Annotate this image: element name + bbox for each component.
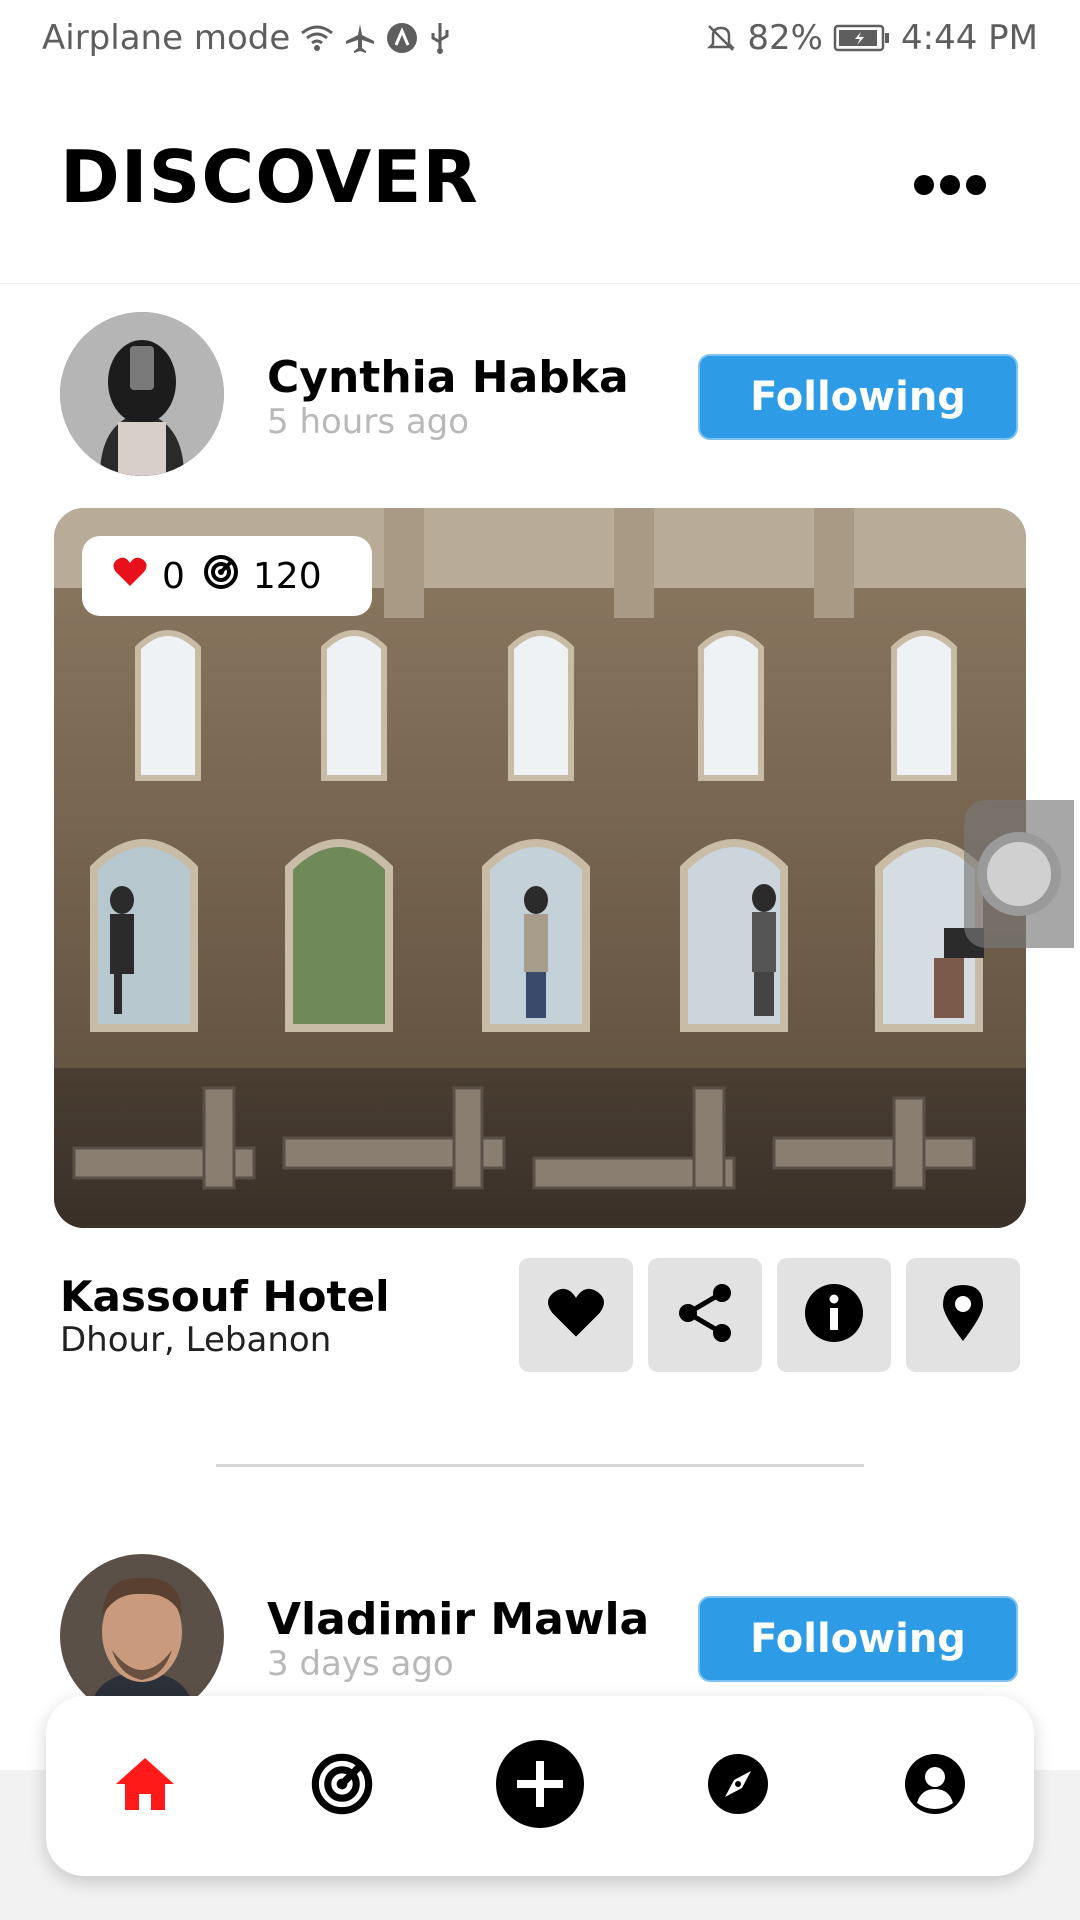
share-icon [676, 1283, 734, 1347]
add-icon [495, 1739, 585, 1833]
user-name[interactable]: Cynthia Habka [267, 352, 629, 403]
post-time: 3 days ago [267, 1644, 454, 1684]
info-button[interactable] [777, 1258, 891, 1372]
app-header: DISCOVER [0, 75, 1080, 284]
assistive-touch-icon [977, 832, 1061, 916]
clock: 4:44 PM [901, 17, 1038, 58]
location-button[interactable] [906, 1258, 1020, 1372]
wifi-icon [300, 23, 334, 53]
nav-home[interactable] [85, 1726, 205, 1846]
profile-icon [904, 1753, 966, 1819]
radar-icon [203, 554, 239, 599]
dot-icon [966, 175, 986, 195]
post-photo[interactable]: 0 120 [54, 508, 1026, 1228]
place-name[interactable]: Kassouf Hotel [60, 1272, 390, 1321]
post-header: Cynthia Habka 5 hours ago Following [0, 284, 1080, 476]
battery-icon [833, 23, 891, 53]
likes-stat: 0 [112, 556, 185, 597]
compass-icon [707, 1753, 769, 1819]
home-icon [114, 1756, 176, 1816]
following-button[interactable]: Following [698, 1596, 1018, 1682]
dot-icon [940, 175, 960, 195]
likes-count: 0 [162, 555, 185, 597]
airplane-mode-label: Airplane mode [42, 17, 291, 58]
place-location: Dhour, Lebanon [60, 1320, 332, 1360]
user-name[interactable]: Vladimir Mawla [267, 1594, 649, 1645]
post-divider [216, 1464, 864, 1467]
share-button[interactable] [648, 1258, 762, 1372]
feed[interactable]: Cynthia Habka 5 hours ago Following 0 12… [0, 284, 1080, 1770]
usb-icon [428, 21, 452, 55]
avatar[interactable] [60, 312, 224, 476]
mute-bell-icon [705, 22, 737, 54]
like-button[interactable] [519, 1258, 633, 1372]
status-bar: Airplane mode 82% 4:44 PM [0, 0, 1080, 75]
nav-explore[interactable] [678, 1726, 798, 1846]
nav-radar[interactable] [282, 1726, 402, 1846]
following-button[interactable]: Following [698, 354, 1018, 440]
post-stats: 0 120 [82, 536, 372, 616]
heart-icon [545, 1286, 607, 1344]
info-icon [804, 1283, 864, 1347]
assistive-touch-button[interactable] [964, 800, 1074, 948]
bottom-navigation [46, 1696, 1034, 1876]
post-time: 5 hours ago [267, 402, 470, 442]
heart-icon [112, 556, 148, 597]
avatar[interactable] [60, 1554, 224, 1718]
location-pin-icon [941, 1283, 985, 1347]
nav-profile[interactable] [875, 1726, 995, 1846]
post-header: Vladimir Mawla 3 days ago Following [0, 1526, 1080, 1718]
battery-percent: 82% [747, 17, 823, 58]
views-count: 120 [252, 555, 322, 597]
post-actions [519, 1258, 1020, 1372]
more-options-button[interactable] [914, 175, 986, 195]
dot-icon [914, 175, 934, 195]
views-stat: 120 [203, 554, 322, 599]
app-notification-icon [386, 22, 418, 54]
nav-add[interactable] [480, 1726, 600, 1846]
page-title: DISCOVER [60, 135, 479, 219]
airplane-icon [344, 22, 376, 54]
radar-icon [310, 1752, 374, 1820]
